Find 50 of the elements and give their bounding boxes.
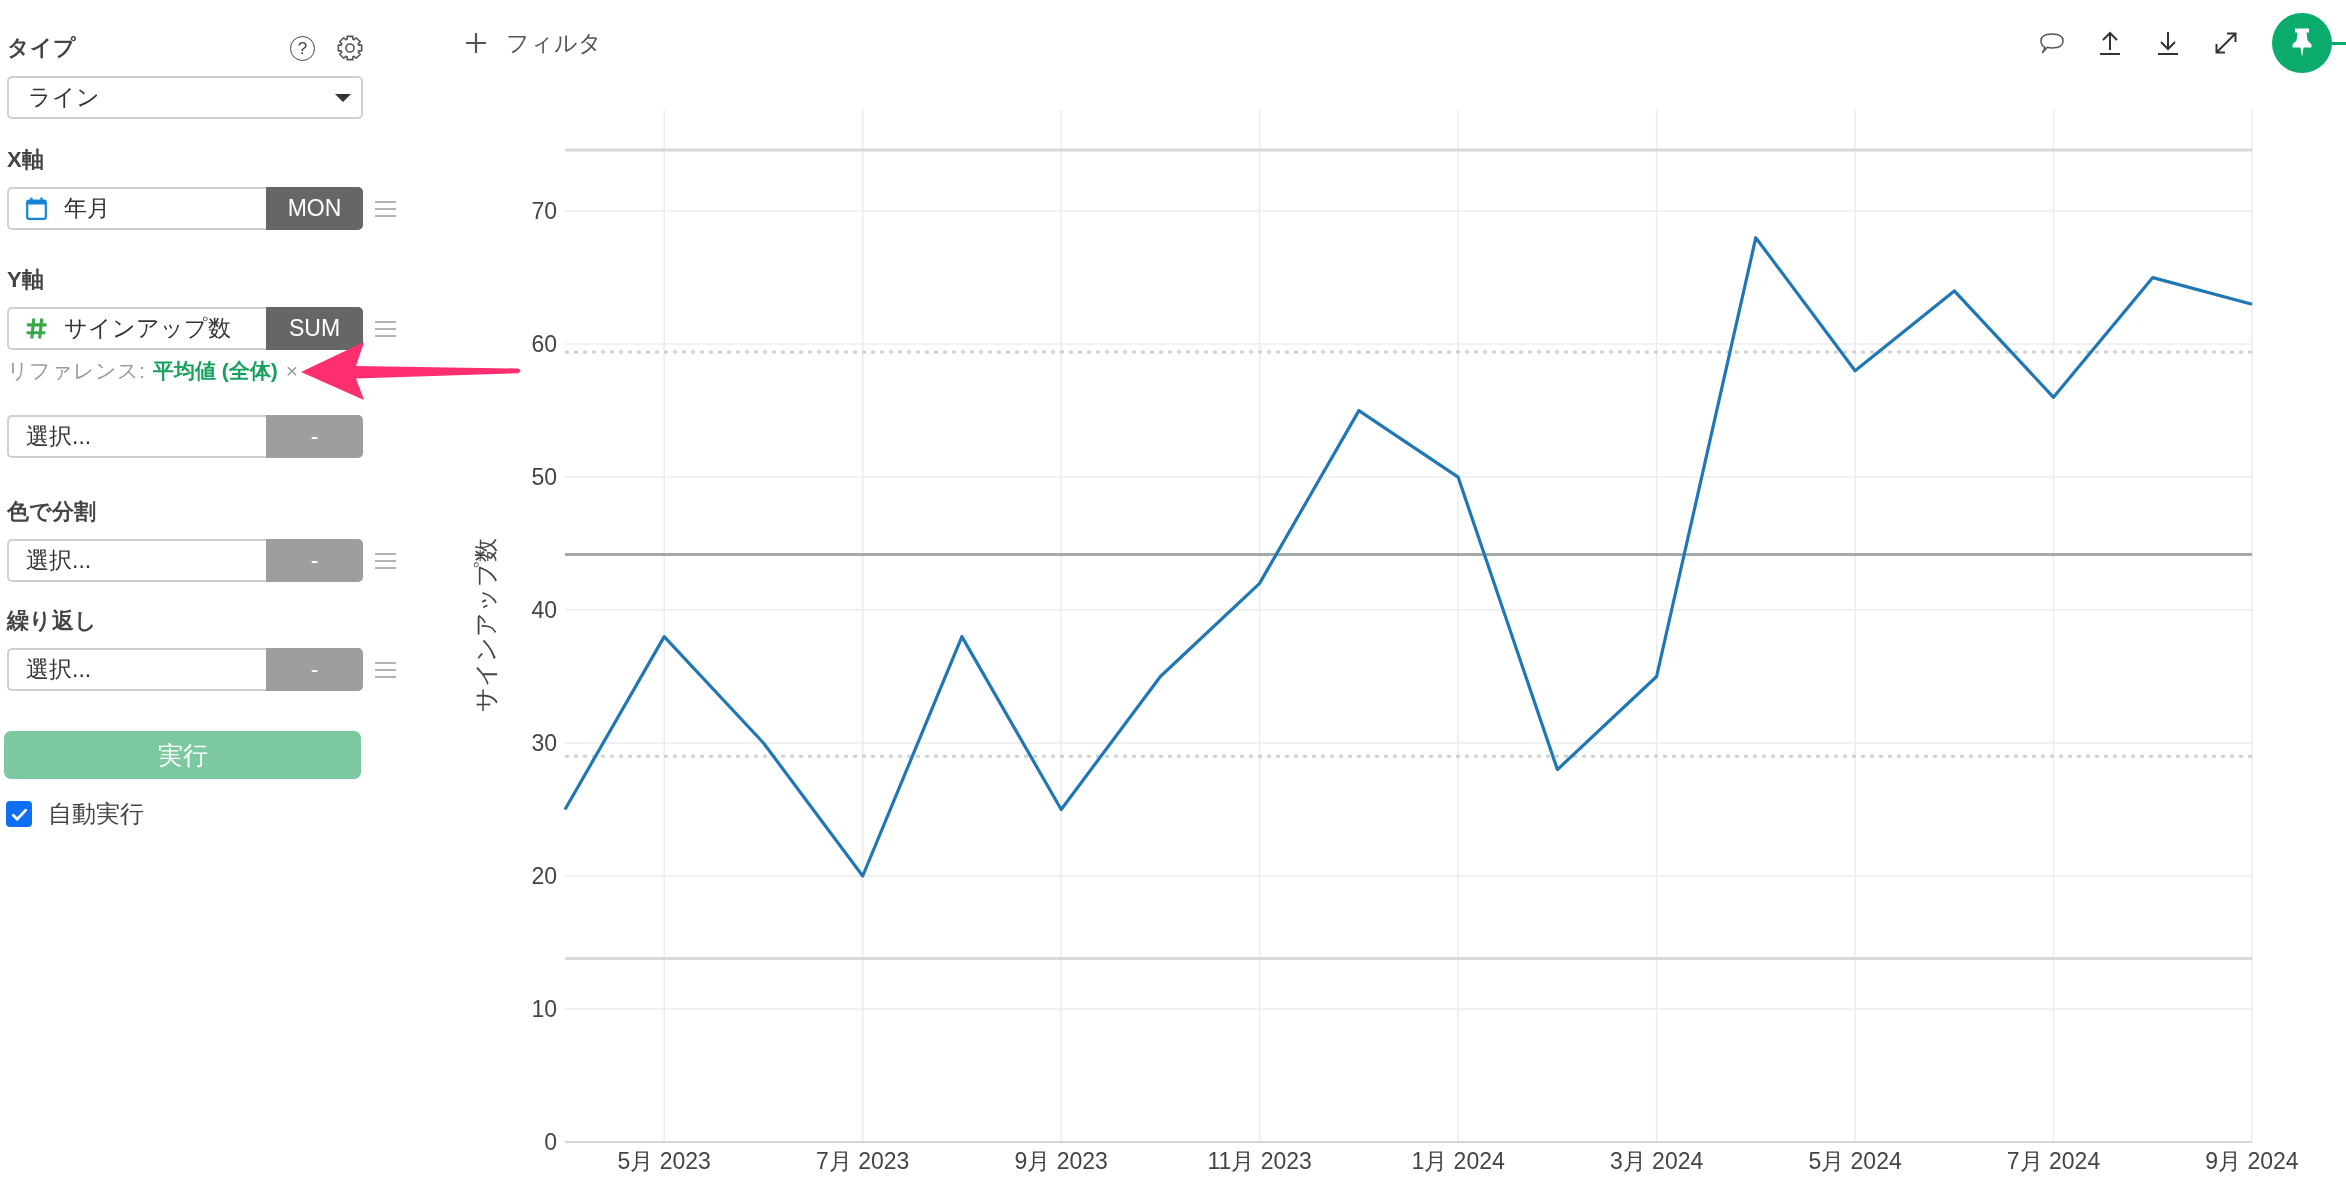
y-tick-label: 60 — [531, 331, 557, 358]
caret-icon — [335, 93, 351, 102]
expand-icon[interactable] — [2214, 31, 2238, 55]
checkbox-label: 自動実行 — [48, 799, 144, 829]
section-label: X軸 — [7, 146, 44, 174]
drag-handle-icon[interactable] — [375, 661, 396, 678]
upload-icon[interactable] — [2098, 31, 2122, 55]
type-label: タイプ — [7, 34, 76, 62]
column-select[interactable]: 年月 — [7, 187, 266, 230]
drag-handle-icon[interactable] — [375, 200, 396, 217]
y-tick-label: 0 — [544, 1129, 557, 1155]
pin-button[interactable] — [2272, 13, 2332, 73]
column-select[interactable]: 選択... — [7, 539, 266, 582]
column-select[interactable]: 選択... — [7, 648, 266, 691]
settings-icon[interactable] — [337, 35, 363, 61]
y-tick-label: 40 — [531, 597, 557, 624]
x-tick-label: 11月 2023 — [1207, 1148, 1312, 1174]
x-tick-label: 9月 2024 — [2205, 1148, 2299, 1174]
aggregation-button[interactable]: MON — [266, 187, 363, 230]
column-select[interactable]: サインアップ数 — [7, 307, 266, 350]
drag-handle-icon[interactable] — [375, 320, 396, 337]
x-tick-label: 7月 2023 — [816, 1148, 910, 1174]
y-tick-label: 50 — [531, 464, 557, 491]
section-label: 色で分割 — [7, 498, 96, 526]
aggregation-button[interactable]: SUM — [266, 307, 363, 350]
x-tick-label: 1月 2024 — [1411, 1148, 1505, 1174]
calendar-icon — [26, 197, 47, 220]
section-label: Y軸 — [7, 266, 44, 294]
y-tick-label: 70 — [531, 198, 557, 225]
chart-type-select[interactable]: ライン — [7, 76, 363, 119]
x-tick-label: 3月 2024 — [1609, 1148, 1704, 1174]
section-label: 繰り返し — [7, 607, 97, 635]
y-axis-title: サインアップ数 — [472, 538, 499, 712]
y-tick-label: 30 — [531, 730, 557, 757]
check-icon — [10, 807, 28, 821]
x-tick-label: 7月 2024 — [2006, 1148, 2101, 1174]
auto-run-checkbox[interactable] — [6, 801, 32, 827]
download-icon[interactable] — [2156, 31, 2180, 55]
x-tick-label: 5月 2024 — [1808, 1148, 1902, 1174]
column-select[interactable]: 選択... — [7, 415, 266, 458]
drag-handle-icon[interactable] — [375, 552, 396, 569]
add-filter-button[interactable]: フィルタ — [466, 23, 602, 63]
reference-label: リファレンス: — [7, 358, 145, 384]
x-tick-label: 9月 2023 — [1014, 1148, 1108, 1174]
y-tick-label: 20 — [531, 863, 557, 889]
x-tick-label: 5月 2023 — [617, 1148, 711, 1174]
comment-icon[interactable] — [2040, 31, 2064, 55]
y-tick-label: 10 — [531, 996, 557, 1022]
hash-icon — [26, 317, 47, 340]
plus-icon — [466, 33, 486, 53]
